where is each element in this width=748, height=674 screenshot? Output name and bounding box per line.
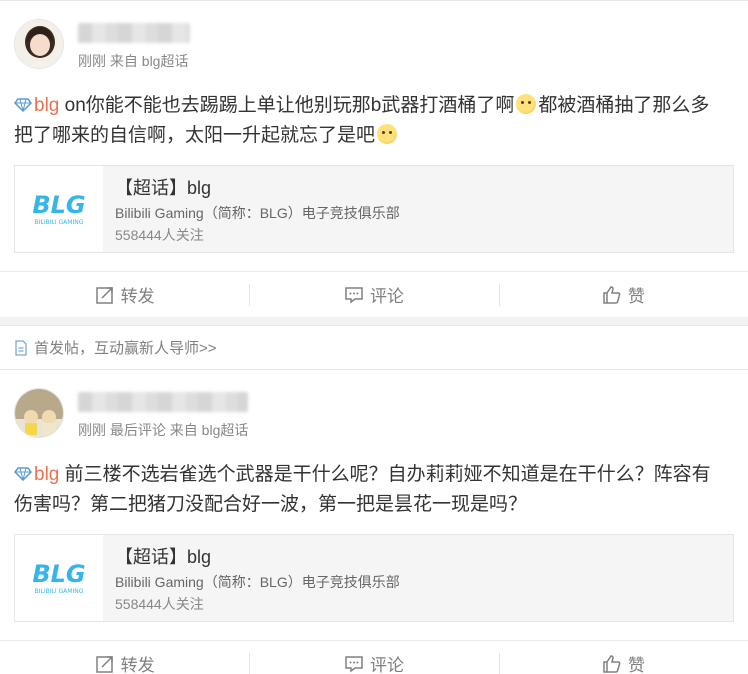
like-icon (603, 285, 621, 304)
diamond-icon (14, 98, 32, 112)
post-card: 刚刚 最后评论 来自 blg超话 blg 前三楼不选岩雀选个武器是干什么呢？自办… (0, 369, 748, 674)
comment-label[interactable]: 评论 (370, 651, 404, 674)
post-time: 刚刚 (78, 422, 106, 438)
card-title: 【超话】blg (115, 178, 212, 198)
card-title: 【超话】blg (115, 547, 212, 567)
document-icon (15, 339, 27, 356)
like-label[interactable]: 赞 (628, 282, 645, 307)
post-header: 刚刚 最后评论 来自 blg超话 (14, 388, 734, 440)
topic-tag[interactable]: blg (14, 464, 59, 485)
card-follower-count: 558444人关注 (115, 227, 204, 243)
post-card: 刚刚 来自 blg超话 blg on你能不能也去踢踢上单让他别玩那b武器打酒桶了… (0, 0, 748, 317)
diamond-icon (14, 467, 32, 481)
post-meta: 刚刚 最后评论 来自 blg超话 (78, 420, 248, 440)
post-body: 前三楼不选岩雀选个武器是干什么呢？自办莉莉娅不知道是在干什么？阵容有伤害吗？第二… (14, 464, 711, 515)
svg-text:BLG: BLG (32, 191, 85, 219)
post-body-1: on你能不能也去踢踢上单让他别玩那b武器打酒桶了啊 (59, 95, 515, 116)
post-header: 刚刚 来自 blg超话 (14, 19, 734, 71)
emoji-icon (516, 94, 537, 114)
post-text: blg 前三楼不选岩雀选个武器是干什么呢？自办莉莉娅不知道是在干什么？阵容有伤害… (14, 460, 734, 520)
svg-text:BLG: BLG (32, 560, 85, 588)
topic-tag[interactable]: blg (14, 95, 59, 116)
repost-label[interactable]: 转发 (121, 651, 155, 674)
topic-link-card[interactable]: BLG BILIBILI GAMING 【超话】blg Bilibili Gam… (14, 165, 734, 253)
first-post-banner[interactable]: 首发帖，互动赢新人导师>> (0, 325, 748, 369)
repost-button[interactable]: 转发 (0, 641, 249, 674)
svg-text:BILIBILI GAMING: BILIBILI GAMING (35, 219, 84, 226)
blg-logo: BLG BILIBILI GAMING (15, 535, 103, 621)
like-button[interactable]: 赞 (498, 272, 748, 317)
action-bar: 转发 评论 赞 (0, 640, 748, 674)
emoji-icon (377, 124, 398, 144)
comment-button[interactable]: 评论 (249, 272, 498, 317)
svg-text:BILIBILI GAMING: BILIBILI GAMING (35, 588, 84, 595)
topic-tag-label[interactable]: blg (34, 95, 59, 116)
card-description: Bilibili Gaming（简称：BLG）电子竞技俱乐部 (115, 205, 400, 221)
topic-tag-label[interactable]: blg (34, 464, 59, 485)
repost-icon (95, 655, 113, 673)
avatar[interactable] (14, 19, 64, 69)
comment-button[interactable]: 评论 (249, 641, 498, 674)
repost-label[interactable]: 转发 (121, 282, 155, 307)
comment-label[interactable]: 评论 (370, 282, 404, 307)
post-time: 刚刚 (78, 53, 106, 69)
topic-link-card[interactable]: BLG BILIBILI GAMING 【超话】blg Bilibili Gam… (14, 534, 734, 622)
banner-text[interactable]: 首发帖，互动赢新人导师>> (34, 337, 217, 358)
post-source[interactable]: 最后评论 来自 blg超话 (110, 422, 248, 438)
repost-button[interactable]: 转发 (0, 272, 249, 317)
like-icon (603, 654, 621, 673)
action-bar: 转发 评论 赞 (0, 271, 748, 317)
card-follower-count: 558444人关注 (115, 596, 204, 612)
like-button[interactable]: 赞 (498, 641, 748, 674)
card-description: Bilibili Gaming（简称：BLG）电子竞技俱乐部 (115, 574, 400, 590)
avatar[interactable] (14, 388, 64, 438)
username-redacted (78, 23, 190, 43)
like-label[interactable]: 赞 (628, 651, 645, 674)
blg-logo: BLG BILIBILI GAMING (15, 166, 103, 252)
post-meta: 刚刚 来自 blg超话 (78, 51, 190, 71)
comment-icon (345, 655, 363, 672)
comment-icon (345, 286, 363, 303)
username-redacted (78, 392, 248, 412)
feed: 刚刚 来自 blg超话 blg on你能不能也去踢踢上单让他别玩那b武器打酒桶了… (0, 0, 748, 674)
repost-icon (95, 286, 113, 304)
post-text: blg on你能不能也去踢踢上单让他别玩那b武器打酒桶了啊 都被酒桶抽了那么多把了… (14, 91, 734, 151)
post-source[interactable]: 来自 blg超话 (110, 53, 189, 69)
